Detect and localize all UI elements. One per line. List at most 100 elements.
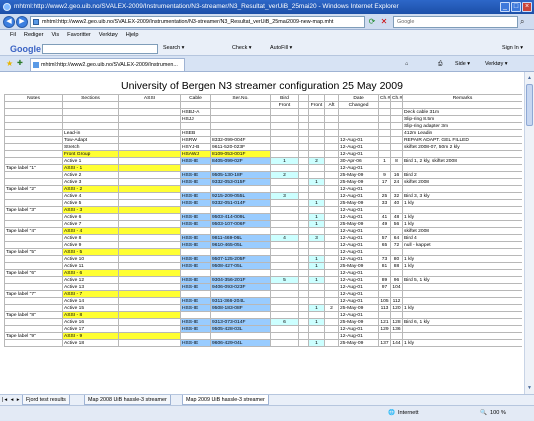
table-cell[interactable] (118, 339, 181, 347)
table-cell[interactable] (270, 290, 299, 298)
table-cell[interactable] (390, 206, 403, 214)
table-cell[interactable] (298, 262, 309, 270)
table-cell[interactable] (270, 199, 299, 207)
table-cell[interactable] (210, 332, 271, 340)
table-cell[interactable] (210, 164, 271, 172)
table-cell[interactable]: 30-Apr-06 (338, 157, 379, 165)
table-cell[interactable]: 12-Aug-01 (338, 136, 379, 144)
table-cell[interactable] (118, 332, 181, 340)
table-cell[interactable] (308, 164, 325, 172)
table-cell[interactable] (324, 115, 339, 123)
table-cell[interactable]: 121 (378, 318, 391, 326)
table-cell[interactable]: Active 11 (62, 262, 119, 270)
table-cell[interactable]: HSS-IE (180, 255, 211, 263)
table-cell[interactable] (378, 269, 391, 277)
table-cell[interactable] (402, 290, 522, 298)
table-cell[interactable]: 9606-429-04L (210, 339, 271, 347)
table-cell[interactable] (308, 297, 325, 305)
table-cell[interactable]: 6 (270, 318, 299, 326)
table-cell[interactable] (308, 269, 325, 277)
table-cell[interactable]: 1 kly (402, 220, 522, 228)
table-cell[interactable] (298, 108, 309, 116)
table-cell[interactable] (308, 122, 325, 130)
table-cell[interactable] (298, 248, 309, 256)
table-cell[interactable] (210, 269, 271, 277)
table-cell[interactable]: Remarks (402, 94, 522, 102)
table-cell[interactable] (402, 269, 522, 277)
table-cell[interactable] (298, 115, 309, 123)
table-cell[interactable]: Tape label "7" (4, 290, 63, 298)
address-input[interactable]: mhtml:http://www2.geo.uib.no/SVALEX-2009… (30, 16, 365, 28)
table-cell[interactable] (4, 297, 63, 305)
table-cell[interactable]: 12-Aug-01 (338, 150, 379, 158)
table-cell[interactable] (402, 101, 522, 109)
table-cell[interactable] (402, 164, 522, 172)
menu-item[interactable]: Verktøy (99, 30, 118, 41)
table-cell[interactable] (4, 108, 63, 116)
table-cell[interactable]: 12-Aug-01 (338, 248, 379, 256)
table-cell[interactable] (180, 122, 211, 130)
table-cell[interactable] (118, 101, 181, 109)
table-cell[interactable]: Active 12 (62, 276, 119, 284)
table-cell[interactable]: 25-May-09 (338, 262, 379, 270)
table-cell[interactable]: HSS-IE (180, 283, 211, 291)
table-cell[interactable]: ASSI - 5 (62, 248, 119, 256)
table-cell[interactable]: Notes (4, 94, 63, 102)
home-icon[interactable]: ⌂ (405, 56, 408, 72)
table-cell[interactable]: 8332-099-004F (210, 136, 271, 144)
table-cell[interactable]: 12-Aug-01 (338, 290, 379, 298)
table-cell[interactable] (4, 241, 63, 249)
table-cell[interactable]: 9304-356-201F (210, 276, 271, 284)
scroll-down-icon[interactable]: ▼ (526, 384, 533, 392)
table-cell[interactable] (118, 283, 181, 291)
table-cell[interactable]: Deck cable 31m (402, 108, 522, 116)
table-cell[interactable]: 12-Aug-01 (338, 311, 379, 319)
table-cell[interactable] (324, 185, 339, 193)
scroll-up-icon[interactable]: ▲ (526, 74, 533, 82)
table-cell[interactable]: 9505-428-03L (210, 325, 271, 333)
table-cell[interactable]: Active 9 (62, 241, 119, 249)
close-button[interactable]: × (522, 2, 532, 12)
table-cell[interactable]: 1 kly (402, 255, 522, 263)
table-cell[interactable]: Ch.# (378, 94, 391, 102)
table-cell[interactable] (298, 101, 309, 109)
table-cell[interactable] (308, 290, 325, 298)
table-cell[interactable] (324, 290, 339, 298)
menu-item[interactable]: Favoritter (67, 30, 91, 41)
table-cell[interactable] (4, 220, 63, 228)
table-cell[interactable]: 1 (270, 157, 299, 165)
table-cell[interactable] (270, 255, 299, 263)
table-cell[interactable] (298, 136, 309, 144)
table-cell[interactable] (402, 150, 522, 158)
table-cell[interactable] (4, 213, 63, 221)
table-cell[interactable]: Bird 5, 1 kly (402, 276, 522, 284)
table-cell[interactable] (390, 136, 403, 144)
table-cell[interactable]: 1 (308, 304, 325, 312)
table-cell[interactable]: Tape label "3" (4, 206, 63, 214)
table-cell[interactable] (270, 185, 299, 193)
table-cell[interactable] (180, 290, 211, 298)
table-cell[interactable] (180, 164, 211, 172)
table-cell[interactable] (338, 122, 379, 130)
table-cell[interactable]: HSRW (180, 136, 211, 144)
table-cell[interactable] (270, 262, 299, 270)
table-cell[interactable] (298, 213, 309, 221)
table-cell[interactable] (270, 122, 299, 130)
table-cell[interactable]: HSS-IE (180, 276, 211, 284)
table-cell[interactable]: Tow-Adapt (62, 136, 119, 144)
table-cell[interactable] (390, 332, 403, 340)
vertical-scrollbar[interactable]: ▲ ▼ (524, 72, 534, 394)
table-cell[interactable]: 97 (378, 283, 391, 291)
table-cell[interactable]: 72 (390, 241, 403, 249)
table-cell[interactable] (324, 318, 339, 326)
table-cell[interactable] (324, 108, 339, 116)
table-cell[interactable] (4, 199, 63, 207)
table-cell[interactable] (298, 325, 309, 333)
table-cell[interactable] (324, 94, 339, 102)
table-cell[interactable] (298, 311, 309, 319)
table-cell[interactable] (118, 178, 181, 186)
table-cell[interactable]: 40 (390, 199, 403, 207)
table-cell[interactable] (308, 115, 325, 123)
table-cell[interactable]: 89 (378, 276, 391, 284)
table-cell[interactable]: 136 (390, 325, 403, 333)
